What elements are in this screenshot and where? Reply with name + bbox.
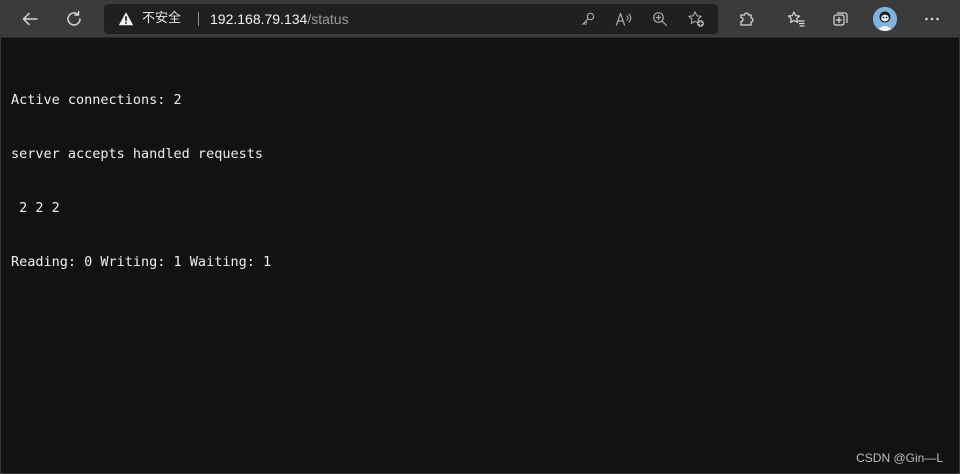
- back-arrow-icon: [22, 12, 38, 26]
- collections-icon: [833, 12, 848, 26]
- browser-toolbar: 不安全 192.168.79.134/status: [1, 1, 959, 38]
- add-favorite-icon: [688, 11, 704, 27]
- favorites-star-list-icon: [787, 11, 805, 27]
- address-bar[interactable]: 不安全 192.168.79.134/status: [104, 4, 718, 34]
- password-key-button[interactable]: [578, 9, 598, 29]
- url-text[interactable]: 192.168.79.134/status: [210, 10, 349, 28]
- profile-avatar-image: [873, 7, 897, 31]
- browser-window: 不安全 192.168.79.134/status Active connect…: [0, 0, 960, 474]
- url-path: /status: [307, 11, 349, 27]
- profile-avatar[interactable]: [873, 7, 897, 31]
- add-favorite-button[interactable]: [686, 9, 706, 29]
- collections-button[interactable]: [826, 4, 856, 34]
- watermark: CSDN @Gin—L: [856, 451, 943, 465]
- status-line-header: server accepts handled requests: [11, 146, 263, 162]
- puzzle-extensions-icon: [740, 12, 754, 26]
- refresh-button[interactable]: [59, 4, 89, 34]
- address-separator: [198, 12, 199, 26]
- read-aloud-button[interactable]: [614, 9, 634, 29]
- read-aloud-icon: [615, 12, 632, 26]
- page-content: Active connections: 2 server accepts han…: [11, 55, 271, 307]
- extensions-button[interactable]: [732, 4, 762, 34]
- url-host: 192.168.79.134: [210, 11, 308, 27]
- status-line-active-connections: Active connections: 2: [11, 92, 182, 108]
- key-icon: [581, 12, 595, 26]
- more-menu-icon: [925, 17, 939, 21]
- zoom-in-icon: [653, 12, 668, 27]
- warning-triangle-icon[interactable]: [118, 11, 134, 27]
- refresh-icon: [67, 10, 81, 26]
- back-button[interactable]: [15, 4, 45, 34]
- favorites-button[interactable]: [781, 4, 811, 34]
- status-line-counts: 2 2 2: [11, 200, 60, 216]
- zoom-button[interactable]: [650, 9, 670, 29]
- status-line-reading-writing-waiting: Reading: 0 Writing: 1 Waiting: 1: [11, 254, 272, 270]
- security-status-label[interactable]: 不安全: [142, 10, 181, 28]
- more-menu-button[interactable]: [917, 4, 947, 34]
